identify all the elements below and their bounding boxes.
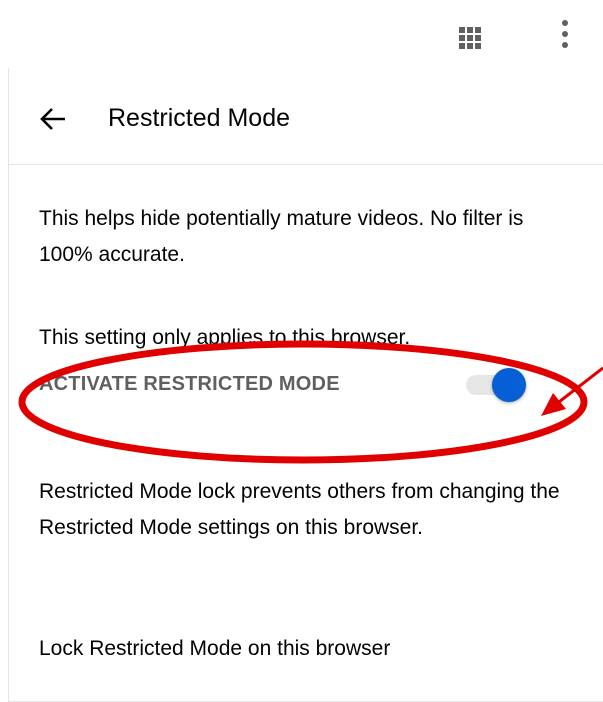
apps-button[interactable] <box>450 18 490 58</box>
top-bar <box>0 0 603 65</box>
apps-grid-icon <box>459 27 481 49</box>
more-vertical-icon[interactable] <box>545 12 585 56</box>
description-text: This helps hide potentially mature video… <box>39 207 524 266</box>
panel-title: Restricted Mode <box>108 104 291 132</box>
restricted-mode-toggle-row: ACTIVATE RESTRICTED MODE <box>39 366 559 402</box>
toggle-knob <box>492 368 526 402</box>
panel-header: Restricted Mode <box>9 68 603 165</box>
lock-restricted-mode-option[interactable]: Lock Restricted Mode on this browser <box>39 631 579 667</box>
toggle-label: ACTIVATE RESTRICTED MODE <box>39 373 340 395</box>
restricted-mode-panel: Restricted Mode This helps hide potentia… <box>8 68 603 702</box>
browser-scope-text: This setting only applies to this browse… <box>39 326 411 349</box>
back-button[interactable] <box>35 101 71 137</box>
restricted-mode-toggle[interactable] <box>466 368 528 402</box>
arrow-left-icon <box>40 108 65 130</box>
lock-description-text: Restricted Mode lock prevents others fro… <box>39 480 560 539</box>
